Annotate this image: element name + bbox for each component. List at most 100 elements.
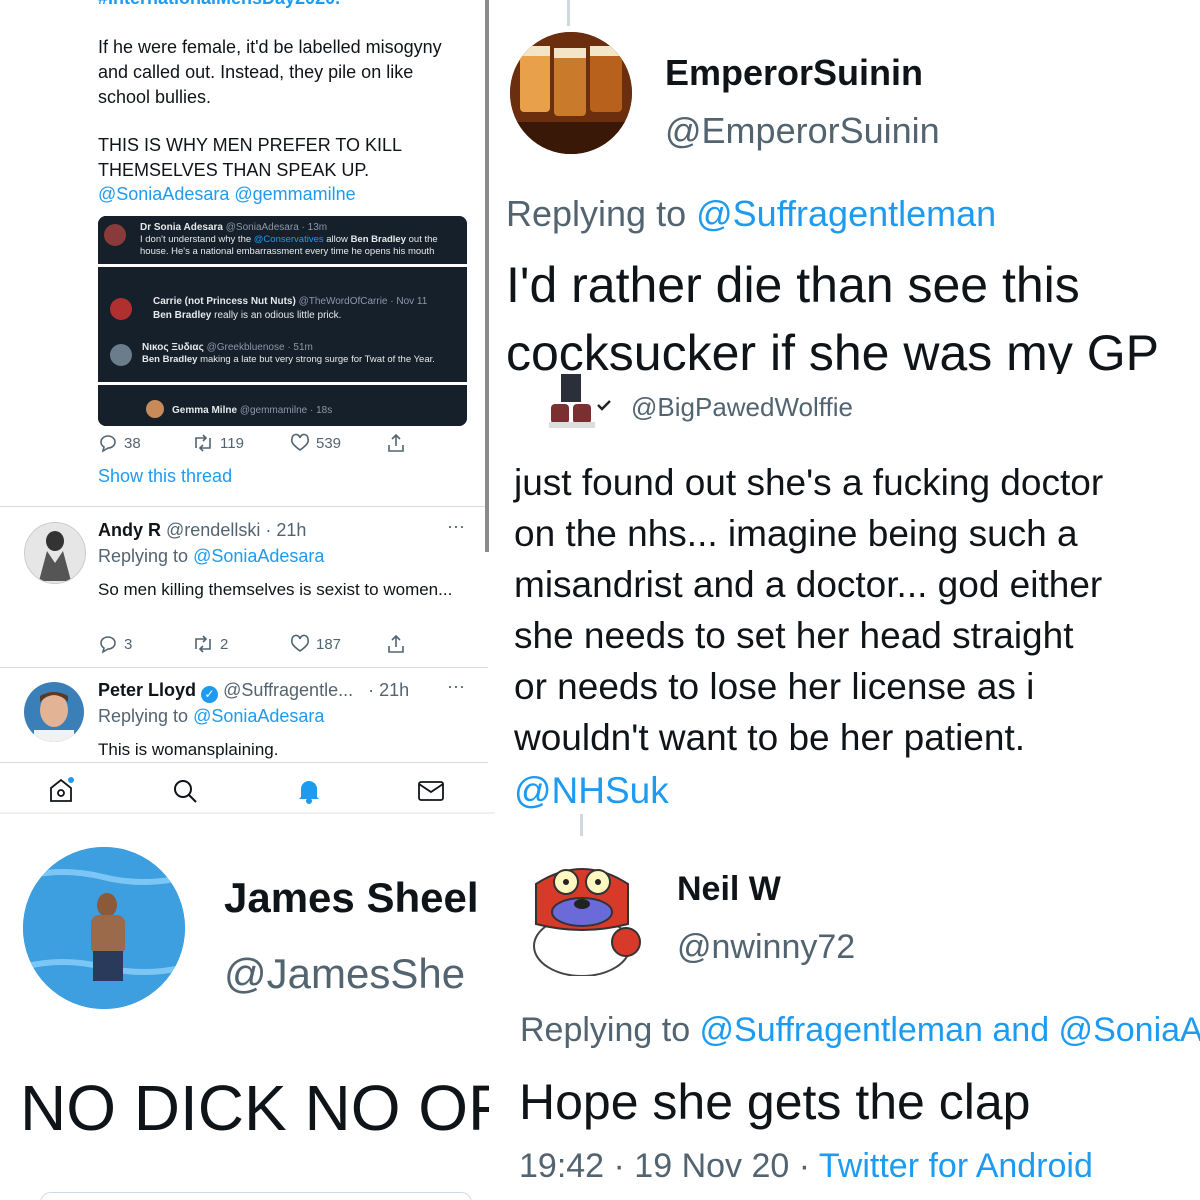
quote-bold-name: Ben Bradley [142, 354, 198, 365]
user-name[interactable]: James Sheel [224, 874, 479, 922]
quote-body-text: really is an odious little prick. [211, 310, 342, 321]
like-button[interactable]: 187 [290, 634, 341, 654]
heart-icon [290, 433, 310, 451]
verified-badge-icon: ✓ [201, 686, 219, 703]
user-name[interactable]: Andy R [98, 520, 161, 540]
replying-mention[interactable]: @SoniaAdesara [193, 706, 324, 726]
reply-header: Peter Lloyd ✓ @Suffragentle... · 21h [98, 680, 409, 703]
beer-glasses-avatar [510, 32, 632, 154]
quote-body-text: I don't understand why the [140, 234, 254, 245]
avatar [549, 374, 595, 428]
retweet-count: 2 [220, 635, 229, 653]
retweet-button[interactable]: 2 [192, 634, 228, 654]
user-handle: @rendellski · 21h [166, 520, 307, 540]
reply-button[interactable]: 3 [98, 634, 132, 654]
tweet-text-line1: I'd rather die than see this [506, 257, 1080, 313]
share-button[interactable] [386, 634, 406, 654]
reply-icon [100, 636, 116, 654]
notifications-bell-icon[interactable] [296, 777, 322, 805]
avatar [104, 224, 126, 246]
user-handle: @JamesShe [224, 950, 466, 997]
tweet-body-1: just found out she's a fucking doctor [514, 462, 1104, 503]
user-handle: @nwinny72 [677, 928, 856, 966]
user-handle: @Suffragentle... [223, 680, 354, 700]
replying-mention[interactable]: @Suffragentleman [696, 193, 996, 234]
replying-to: Replying to @Suffragentleman [506, 193, 996, 235]
replying-to: Replying to @SoniaAdesara [98, 706, 324, 727]
quoted-screenshot-card[interactable]: Dr Sonia Adesara @SoniaAdesara · 13m I d… [98, 216, 467, 426]
tweet-body-4: she needs to set her head straight [514, 615, 1074, 656]
user-name[interactable]: Neil W [677, 870, 781, 909]
more-icon[interactable]: ··· [447, 516, 465, 537]
user-handle: @BigPawedWolffie [631, 392, 853, 422]
quote-name: Gemma Milne [172, 405, 238, 416]
replying-label: Replying to [98, 706, 194, 726]
home-icon[interactable] [47, 776, 75, 804]
panel-emperorsuinin-tweet: EmperorSuinin @EmperorSuinin Replying to… [495, 0, 1200, 810]
quote-header: Carrie (not Princess Nut Nuts) @TheWordO… [153, 296, 427, 308]
thread-line [567, 0, 570, 26]
avatar[interactable] [510, 32, 632, 154]
replying-label: Replying to [520, 1011, 700, 1049]
share-button[interactable] [386, 433, 406, 453]
panel-jamessheel-tweet: James Sheel @JamesShe NO DICK NO OF [0, 814, 489, 1200]
retweet-button[interactable]: 119 [192, 433, 244, 453]
quote-handle: @TheWordOfCarrie · Nov 11 [298, 296, 428, 307]
quote-body-text: making a late but very strong surge for … [197, 354, 435, 365]
avatar[interactable] [24, 682, 84, 742]
quote-handle: @gemmamilne · 18s [239, 405, 333, 416]
reply-button[interactable]: 38 [98, 433, 141, 453]
tweet-mentions[interactable]: @SoniaAdesara @gemmamilne [98, 182, 356, 207]
verified-badge-icon [597, 400, 611, 411]
reply-time: · 21h [368, 680, 410, 700]
embedded-tweet[interactable]: @BigPawedWolffie just found out she's a … [495, 374, 1200, 810]
reply-box-edge [40, 1192, 472, 1200]
avatar [110, 298, 132, 320]
heart-icon [290, 634, 310, 652]
retweet-count: 119 [220, 434, 244, 452]
search-icon[interactable] [172, 778, 198, 804]
share-icon [388, 634, 404, 653]
hashtag-fragment[interactable]: #InternationalMensDay2020. [98, 0, 340, 9]
tweet-mention[interactable]: @NHSuk [514, 770, 669, 810]
avatar[interactable] [23, 847, 185, 1009]
quote-body: Ben Bradley really is an odious little p… [153, 310, 341, 322]
replying-mention[interactable]: @Suffragentleman and @SoniaA [700, 1011, 1200, 1049]
user-name[interactable]: EmperorSuinin [665, 52, 923, 94]
tweet-source-link[interactable]: Twitter for Android [819, 1147, 1093, 1185]
avatar-illustration [39, 531, 71, 581]
reply-header: Andy R @rendellski · 21h [98, 520, 306, 541]
tweet-timestamp-row: 19:42 · 19 Nov 20 · Twitter for Android [519, 1147, 1093, 1186]
replying-mention[interactable]: @SoniaAdesara [193, 546, 324, 566]
more-icon[interactable]: ··· [447, 676, 465, 697]
swimming-pool-avatar [23, 847, 185, 1009]
tweet-text: NO DICK NO OF [20, 1072, 489, 1144]
divider [0, 506, 488, 507]
avatar[interactable] [522, 854, 644, 976]
user-name[interactable]: Peter Lloyd [98, 680, 196, 700]
divider [0, 667, 488, 668]
quote-mention: @Conservatives [253, 234, 324, 245]
show-thread-link[interactable]: Show this thread [98, 466, 232, 487]
tweet-text-caps-1: THIS IS WHY MEN PREFER TO KILL [98, 135, 403, 155]
reply-count: 3 [124, 635, 133, 653]
tweet-body-3: misandrist and a doctor... god either [514, 564, 1103, 605]
share-icon [388, 433, 404, 452]
replying-label: Replying to [506, 193, 697, 234]
user-handle: @EmperorSuinin [665, 110, 940, 151]
like-button[interactable]: 539 [290, 433, 341, 453]
avatar[interactable] [24, 522, 86, 584]
tweet-body-5: or needs to lose her license as i [514, 666, 1035, 707]
messages-mail-icon[interactable] [417, 780, 445, 802]
quote-body-text: allow [323, 234, 351, 245]
quote-bold-name: Ben Bradley [350, 234, 406, 245]
retweet-icon [195, 635, 211, 653]
cartoon-cat-avatar [533, 868, 641, 976]
quote-body: Ben Bradley making a late but very stron… [142, 354, 435, 366]
replying-to: Replying to @SoniaAdesara [98, 546, 324, 567]
retweet-icon [195, 434, 211, 452]
avatar [146, 400, 164, 418]
tweet-text: If he were female, it'd be labelled miso… [98, 37, 442, 107]
reply-text: This is womansplaining. [98, 740, 279, 759]
quote-row-sonia: Dr Sonia Adesara @SoniaAdesara · 13m I d… [98, 216, 467, 267]
